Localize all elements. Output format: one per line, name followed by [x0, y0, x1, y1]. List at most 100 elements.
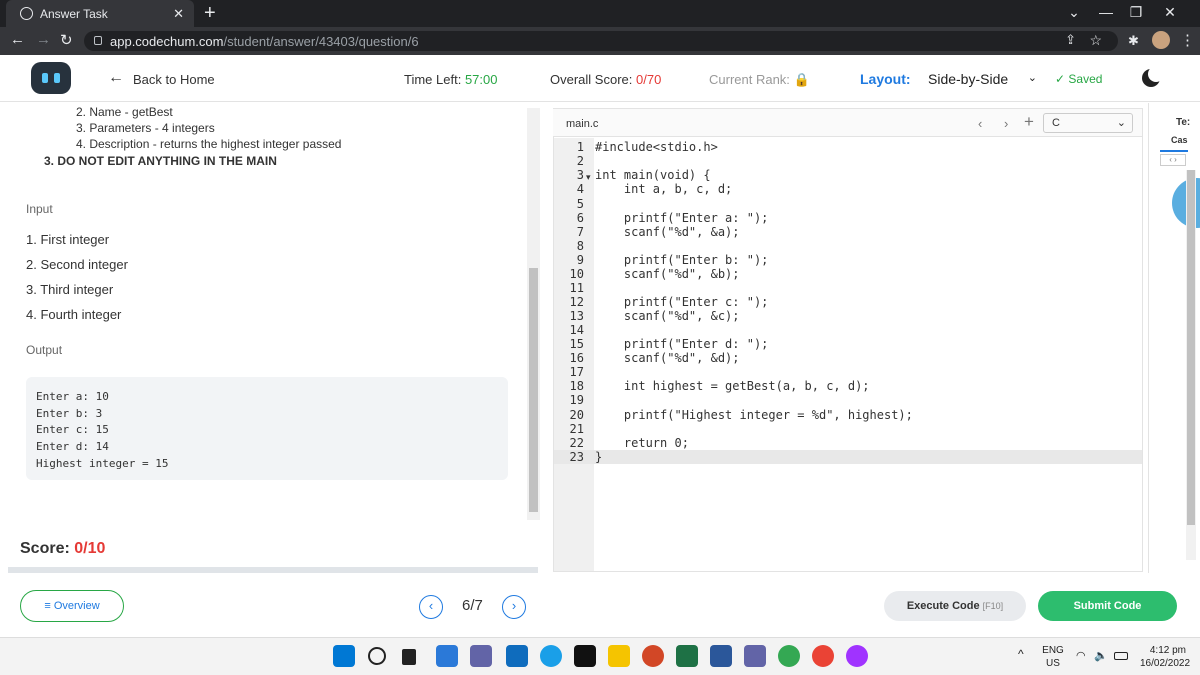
- netflix-icon[interactable]: [574, 645, 596, 667]
- language-select[interactable]: C ⌄: [1043, 113, 1133, 133]
- windows-start-icon[interactable]: [333, 645, 355, 667]
- search-icon[interactable]: [368, 647, 386, 665]
- word-icon[interactable]: [710, 645, 732, 667]
- share-icon[interactable]: ⇪: [1065, 32, 1076, 48]
- file-explorer-icon[interactable]: [608, 645, 630, 667]
- overview-label: Overview: [53, 600, 100, 612]
- code-line[interactable]: scanf("%d", &c);: [595, 309, 740, 323]
- task-view-icon[interactable]: [402, 649, 416, 665]
- widgets-icon[interactable]: [436, 645, 458, 667]
- line-number: 20: [569, 408, 584, 422]
- output-line: Enter d: 14: [36, 440, 109, 454]
- address-bar[interactable]: app.codechum.com/student/answer/43403/qu…: [84, 31, 1118, 51]
- next-question-button[interactable]: ›: [502, 595, 526, 619]
- forward-nav-icon[interactable]: →: [36, 31, 51, 48]
- reload-icon[interactable]: ↻: [60, 31, 73, 49]
- layout-select[interactable]: Side-by-Side ⌄: [918, 66, 1043, 92]
- dark-mode-moon-icon[interactable]: [1142, 66, 1164, 87]
- code-line[interactable]: printf("Enter c: ");: [595, 295, 769, 309]
- messenger-icon[interactable]: [846, 645, 868, 667]
- language-value: C: [1052, 117, 1060, 129]
- scrollbar-thumb[interactable]: [1187, 170, 1195, 525]
- test-tab-nav[interactable]: ‹ ›: [1160, 154, 1186, 166]
- line-number: 17: [569, 365, 584, 379]
- code-line[interactable]: printf("Enter b: ");: [595, 253, 769, 267]
- add-file-icon[interactable]: +: [1024, 112, 1034, 132]
- line-number: 4: [576, 182, 584, 196]
- code-line[interactable]: printf("Highest integer = %d", highest);: [595, 408, 913, 422]
- minimize-icon[interactable]: —: [1096, 4, 1116, 20]
- code-line[interactable]: printf("Enter d: ");: [595, 337, 769, 351]
- new-tab-icon[interactable]: +: [204, 2, 216, 25]
- teams-icon[interactable]: [744, 645, 766, 667]
- language-indicator[interactable]: ENG US: [1040, 644, 1066, 670]
- edge-icon[interactable]: [540, 645, 562, 667]
- tab-prev-icon[interactable]: ‹: [978, 116, 982, 131]
- lang-top: ENG: [1042, 645, 1064, 656]
- code-line[interactable]: int highest = getBest(a, b, c, d);: [595, 379, 870, 393]
- current-rank-label: Current Rank:: [709, 72, 790, 87]
- problem-scrollbar[interactable]: [527, 108, 540, 520]
- battery-icon[interactable]: [1114, 652, 1128, 660]
- overview-button[interactable]: ≡ Overview: [20, 590, 124, 622]
- overall-score: Overall Score: 0/70: [550, 72, 661, 87]
- url-host: app.codechum.com: [110, 34, 224, 49]
- code-line[interactable]: scanf("%d", &b);: [595, 267, 740, 281]
- system-clock[interactable]: 4:12 pm 16/02/2022: [1140, 644, 1190, 670]
- code-line[interactable]: #include<stdio.h>: [595, 140, 718, 154]
- lock-icon: [94, 36, 102, 45]
- browser-tab[interactable]: Answer Task ✕: [6, 0, 194, 27]
- profile-avatar[interactable]: [1152, 31, 1170, 49]
- line-number: 7: [576, 225, 584, 239]
- volume-icon[interactable]: 🔈: [1094, 650, 1108, 663]
- code-line[interactable]: }: [595, 450, 602, 464]
- execute-code-button[interactable]: Execute Code [F10]: [884, 591, 1026, 621]
- fold-arrow-icon[interactable]: ▾: [586, 172, 591, 183]
- mail-icon[interactable]: [506, 645, 528, 667]
- code-line[interactable]: printf("Enter a: ");: [595, 211, 769, 225]
- overall-score-label: Overall Score:: [550, 72, 633, 87]
- line-number: 23: [569, 450, 584, 464]
- test-panel-scrollbar[interactable]: [1186, 170, 1196, 560]
- line-number: 16: [569, 351, 584, 365]
- tray-chevron-icon[interactable]: ^: [1018, 648, 1024, 661]
- line-number: 19: [569, 393, 584, 407]
- wifi-icon[interactable]: ◠: [1076, 650, 1086, 663]
- line-number: 13: [569, 309, 584, 323]
- scrollbar-thumb[interactable]: [529, 268, 538, 512]
- lock-rank-icon: 🔒: [793, 72, 810, 87]
- codechum-logo[interactable]: [31, 62, 71, 94]
- browser-menu-icon[interactable]: ⋮: [1180, 31, 1195, 49]
- powerpoint-icon[interactable]: [642, 645, 664, 667]
- code-line[interactable]: int a, b, c, d;: [595, 182, 732, 196]
- chrome-icon[interactable]: [812, 645, 834, 667]
- code-line[interactable]: return 0;: [595, 436, 689, 450]
- back-nav-icon[interactable]: ←: [10, 31, 25, 48]
- back-arrow-icon[interactable]: ←: [108, 69, 124, 87]
- chrome-dev-icon[interactable]: [778, 645, 800, 667]
- close-window-icon[interactable]: ✕: [1160, 4, 1180, 21]
- time-left-value: 57:00: [464, 72, 498, 87]
- problem-line: 3. Parameters - 4 integers: [76, 121, 215, 135]
- layout-label: Layout:: [860, 71, 911, 87]
- code-line[interactable]: scanf("%d", &a);: [595, 225, 740, 239]
- submit-code-button[interactable]: Submit Code: [1038, 591, 1177, 621]
- extensions-icon[interactable]: ✱: [1128, 33, 1139, 49]
- output-line: Highest integer = 15: [36, 456, 169, 470]
- close-tab-icon[interactable]: ✕: [173, 6, 184, 22]
- bookmark-star-icon[interactable]: ☆: [1089, 32, 1102, 49]
- code-line[interactable]: scanf("%d", &d);: [595, 351, 740, 365]
- saved-label: Saved: [1068, 72, 1103, 86]
- file-tab-main-c[interactable]: main.c: [566, 118, 598, 130]
- maximize-icon[interactable]: ❐: [1126, 4, 1146, 21]
- tab-search-icon[interactable]: ⌄: [1064, 4, 1084, 21]
- excel-icon[interactable]: [676, 645, 698, 667]
- active-line-highlight: [554, 450, 1142, 464]
- tab-next-icon[interactable]: ›: [1004, 116, 1008, 131]
- prev-question-button[interactable]: ‹: [419, 595, 443, 619]
- teams-chat-icon[interactable]: [470, 645, 492, 667]
- code-line[interactable]: int main(void) {: [595, 168, 711, 182]
- line-number: 1: [576, 140, 584, 154]
- back-to-home-link[interactable]: Back to Home: [133, 72, 215, 87]
- question-pager: 6/7: [462, 597, 483, 614]
